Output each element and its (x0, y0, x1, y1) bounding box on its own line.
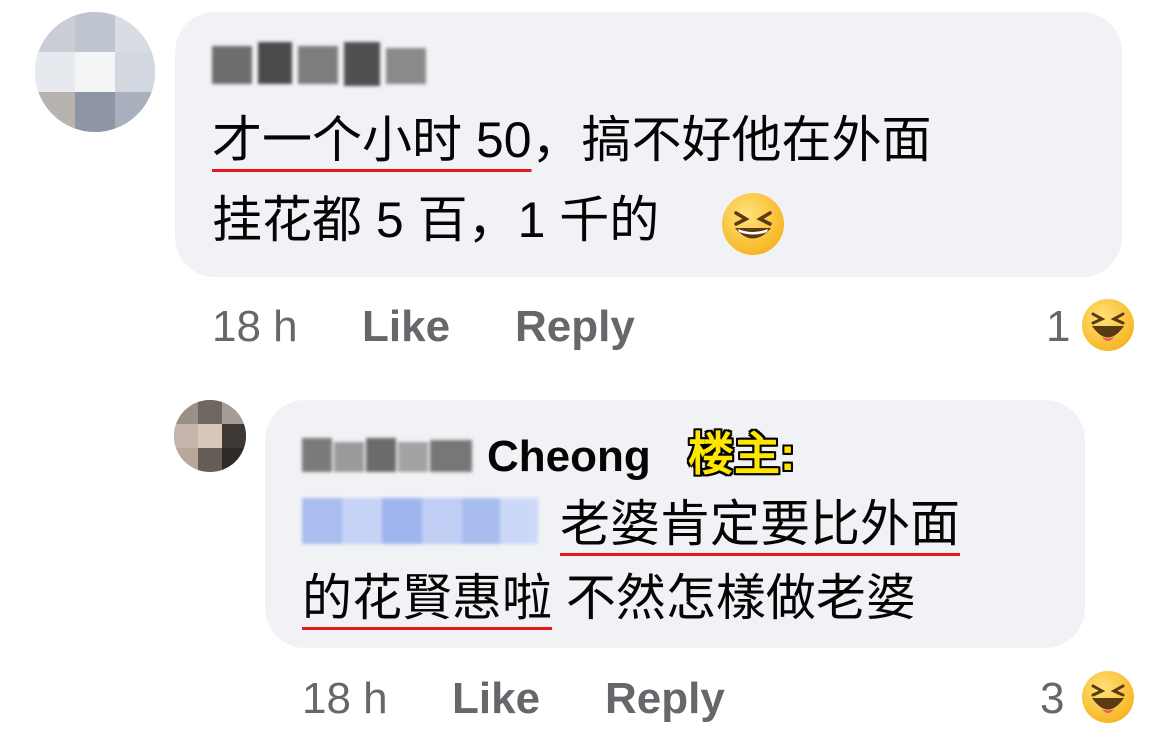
reaction-count[interactable]: 1 (1046, 302, 1070, 352)
reply-text-line-2: 的花賢惠啦 不然怎樣做老婆 (302, 560, 916, 636)
comment-timestamp[interactable]: 18 h (212, 302, 298, 352)
replier-avatar[interactable] (174, 400, 246, 472)
comment-text-line-1: 才一个小时 50，搞不好他在外面 (212, 102, 932, 178)
reply-text-rest: 不然怎樣做老婆 (552, 570, 916, 626)
laughing-emoji-icon[interactable] (1082, 299, 1134, 351)
comment-text-underlined: 才一个小时 50 (212, 112, 532, 168)
replier-name[interactable]: Cheong (487, 432, 651, 482)
comment-text-line-2: 挂花都 5 百，1 千的 (212, 182, 659, 258)
reply-text-underlined-2: 的花賢惠啦 (302, 570, 552, 626)
laughing-emoji-icon[interactable] (1082, 671, 1134, 723)
comment-text-rest: ，搞不好他在外面 (531, 112, 932, 168)
reply-text-line-1: 老婆肯定要比外面 (560, 486, 960, 562)
like-button[interactable]: Like (362, 302, 450, 352)
reply-text-underlined-1: 老婆肯定要比外面 (560, 496, 960, 552)
reply-button[interactable]: Reply (515, 302, 635, 352)
commenter-avatar[interactable] (35, 12, 155, 132)
comment-text-line-2-content: 挂花都 5 百，1 千的 (212, 192, 660, 248)
reply-reply-button[interactable]: Reply (605, 674, 725, 724)
grinning-squinting-emoji (722, 193, 784, 255)
replier-name-redacted[interactable] (302, 432, 474, 476)
reply-reaction-count[interactable]: 3 (1040, 674, 1064, 724)
reply-like-button[interactable]: Like (452, 674, 540, 724)
op-label: 楼主: (688, 428, 796, 480)
mention-redacted[interactable] (302, 496, 538, 548)
commenter-name-redacted[interactable] (212, 42, 427, 88)
reply-timestamp[interactable]: 18 h (302, 674, 388, 724)
